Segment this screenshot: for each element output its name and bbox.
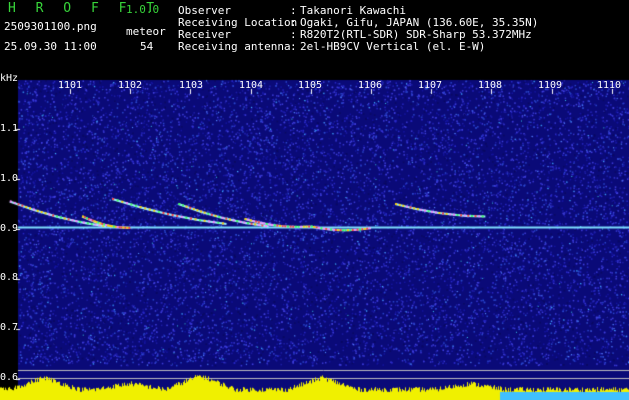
x-tick-label: 1101 [58,80,83,91]
x-tick-label: 1110 [597,80,622,91]
file-name: 2509301100.png [4,20,97,33]
y-tick-label: 0.9 [0,223,19,234]
x-tick-label: 1108 [478,80,503,91]
y-tick-label: 0.7 [0,322,19,333]
spectrogram-waterfall [0,0,629,400]
antenna-value: 2el-HB9CV Vertical (el. E-W) [300,40,486,53]
y-tick-label: 1.0 [0,173,19,184]
antenna-label: Receiving antenna [178,40,291,53]
y-tick-label: 0.8 [0,272,19,283]
x-tick-label: 1106 [358,80,383,91]
frequency-unit-label: kHz [0,73,19,84]
mode-label: meteor [126,25,166,38]
meteor-count: 54 [140,40,154,53]
timestamp: 25.09.30 11:00 [4,40,97,53]
y-tick-label: 1.1 [0,123,19,134]
x-tick-label: 1109 [538,80,563,91]
x-tick-label: 1104 [239,80,264,91]
hrofft-window: H R O F F T 1.0.0 2509301100.png 25.09.3… [0,0,629,400]
y-tick-label: 0.6 [0,372,19,383]
x-tick-label: 1107 [418,80,443,91]
x-tick-label: 1103 [179,80,204,91]
antenna-colon: : [290,40,297,53]
app-version: 1.0.0 [126,3,160,16]
x-tick-label: 1105 [298,80,323,91]
x-tick-label: 1102 [118,80,143,91]
